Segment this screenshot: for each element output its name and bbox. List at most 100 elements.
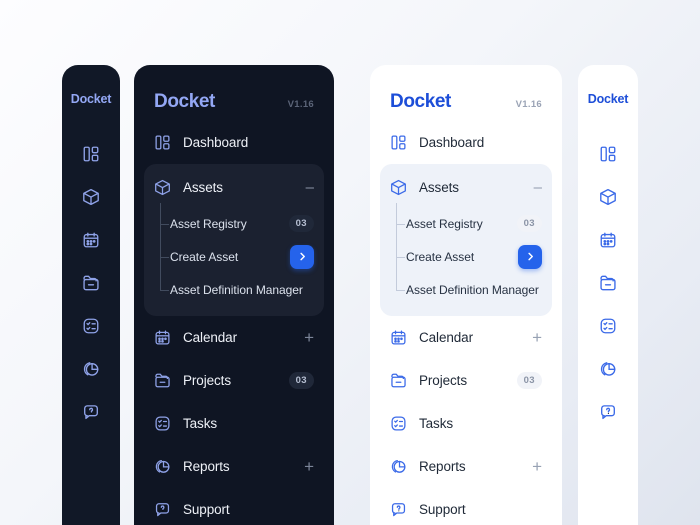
count-badge: 03 bbox=[288, 215, 314, 232]
version-label: V1.16 bbox=[515, 99, 542, 110]
sidebar-item-calendar[interactable]: Calendar + bbox=[370, 316, 562, 359]
nav-list: Dashboard Assets – Asset Registry 03 Cre… bbox=[370, 121, 562, 525]
dashboard-icon bbox=[391, 135, 406, 150]
sidebar-item-tasks[interactable]: Tasks bbox=[134, 402, 334, 445]
calendar-icon bbox=[600, 232, 616, 247]
pie-chart-icon bbox=[83, 361, 99, 376]
submenu-item-create-asset[interactable]: Create Asset bbox=[406, 240, 552, 273]
add-report-button[interactable]: + bbox=[304, 458, 314, 475]
sidebar-item-reports[interactable] bbox=[588, 347, 628, 390]
screen: Docket Docket V1.16 Dashboard Assets – A… bbox=[0, 0, 700, 525]
sidebar-item-dashboard[interactable]: Dashboard bbox=[134, 121, 334, 164]
sidebar-item-label: Tasks bbox=[419, 416, 454, 431]
version-label: V1.16 bbox=[287, 99, 314, 110]
sidebar-item-label: Support bbox=[183, 502, 230, 517]
expanded-dark-sidebar: Docket V1.16 Dashboard Assets – Asset Re… bbox=[134, 65, 334, 525]
sidebar-item-tasks[interactable] bbox=[71, 304, 111, 347]
brand-logo[interactable]: Docket bbox=[154, 91, 215, 113]
collapse-toggle-icon[interactable]: – bbox=[534, 180, 542, 195]
count-badge: 03 bbox=[516, 215, 542, 232]
collapsed-light-sidebar: Docket bbox=[578, 65, 638, 525]
sidebar-item-calendar[interactable] bbox=[71, 218, 111, 261]
count-badge: 03 bbox=[288, 372, 314, 389]
expanded-light-sidebar: Docket V1.16 Dashboard Assets – Asset Re… bbox=[370, 65, 562, 525]
assets-group: Assets – Asset Registry 03 Create Asset bbox=[144, 164, 324, 316]
sidebar-item-dashboard[interactable]: Dashboard bbox=[370, 121, 562, 164]
calendar-icon bbox=[391, 330, 406, 345]
dashboard-icon bbox=[155, 135, 170, 150]
folder-icon bbox=[83, 275, 99, 290]
pie-chart-icon bbox=[155, 459, 170, 473]
sidebar-item-projects[interactable] bbox=[71, 261, 111, 304]
sidebar-item-assets[interactable] bbox=[588, 175, 628, 218]
submenu-item-asset-registry[interactable]: Asset Registry 03 bbox=[406, 207, 552, 240]
tree-connector bbox=[396, 203, 408, 291]
sidebar-item-reports[interactable]: Reports + bbox=[134, 445, 334, 488]
calendar-icon bbox=[83, 232, 99, 247]
sidebar-item-dashboard[interactable] bbox=[588, 132, 628, 175]
sidebar-item-calendar[interactable] bbox=[588, 218, 628, 261]
sidebar-item-reports[interactable]: Reports + bbox=[370, 445, 562, 488]
sidebar-item-assets[interactable] bbox=[71, 175, 111, 218]
checklist-icon bbox=[83, 318, 99, 333]
sidebar-item-support[interactable] bbox=[71, 390, 111, 433]
folder-icon bbox=[600, 275, 616, 290]
dashboard-icon bbox=[600, 146, 616, 161]
sidebar-item-label: Support bbox=[419, 502, 466, 517]
brand-logo[interactable]: Docket bbox=[578, 65, 638, 106]
sidebar-item-label: Calendar bbox=[183, 330, 237, 345]
assets-submenu: Asset Registry 03 Create Asset Asset Def… bbox=[144, 203, 324, 306]
count-badge: 03 bbox=[516, 372, 542, 389]
sidebar-item-projects[interactable]: Projects 03 bbox=[134, 359, 334, 402]
create-asset-button[interactable] bbox=[518, 244, 542, 269]
help-bubble-icon bbox=[84, 404, 98, 419]
help-bubble-icon bbox=[391, 503, 406, 517]
folder-icon bbox=[391, 373, 406, 388]
sidebar-item-projects[interactable] bbox=[588, 261, 628, 304]
sidebar-item-reports[interactable] bbox=[71, 347, 111, 390]
sidebar-item-tasks[interactable]: Tasks bbox=[370, 402, 562, 445]
sidebar-item-projects[interactable]: Projects 03 bbox=[370, 359, 562, 402]
sidebar-item-label: Assets bbox=[419, 180, 459, 195]
sidebar-item-support[interactable]: Support bbox=[134, 488, 334, 525]
sidebar-item-support[interactable] bbox=[588, 390, 628, 433]
submenu-item-label: Asset Registry bbox=[406, 216, 483, 231]
brand-logo[interactable]: Docket bbox=[62, 65, 120, 106]
cube-icon bbox=[155, 179, 170, 196]
submenu-item-label: Create Asset bbox=[170, 249, 239, 264]
brand-logo[interactable]: Docket bbox=[390, 91, 451, 113]
add-calendar-button[interactable]: + bbox=[304, 329, 314, 346]
create-asset-button[interactable] bbox=[290, 244, 314, 269]
submenu-item-create-asset[interactable]: Create Asset bbox=[170, 240, 324, 273]
submenu-item-asset-definition-manager[interactable]: Asset Definition Manager bbox=[170, 273, 324, 306]
checklist-icon bbox=[155, 416, 170, 431]
sidebar-item-label: Calendar bbox=[419, 330, 473, 345]
add-calendar-button[interactable]: + bbox=[532, 329, 542, 346]
sidebar-header: Docket V1.16 bbox=[134, 65, 334, 113]
assets-submenu: Asset Registry 03 Create Asset Asset Def… bbox=[380, 203, 552, 306]
rail-icon-list bbox=[578, 132, 638, 433]
sidebar-item-support[interactable]: Support bbox=[370, 488, 562, 525]
cube-icon bbox=[391, 179, 406, 196]
submenu-item-label: Asset Definition Manager bbox=[170, 282, 303, 297]
submenu-item-asset-definition-manager[interactable]: Asset Definition Manager bbox=[406, 273, 552, 306]
chevron-right-icon bbox=[299, 252, 305, 261]
assets-group: Assets – Asset Registry 03 Create Asset bbox=[380, 164, 552, 316]
sidebar-item-label: Reports bbox=[419, 459, 466, 474]
sidebar-item-tasks[interactable] bbox=[588, 304, 628, 347]
submenu-item-asset-registry[interactable]: Asset Registry 03 bbox=[170, 207, 324, 240]
chevron-right-icon bbox=[527, 252, 533, 261]
sidebar-item-label: Dashboard bbox=[419, 135, 485, 150]
sidebar-item-dashboard[interactable] bbox=[71, 132, 111, 175]
add-report-button[interactable]: + bbox=[532, 458, 542, 475]
submenu-item-label: Asset Registry bbox=[170, 216, 247, 231]
collapse-toggle-icon[interactable]: – bbox=[306, 180, 314, 195]
collapsed-dark-sidebar: Docket bbox=[62, 65, 120, 525]
help-bubble-icon bbox=[155, 503, 170, 517]
sidebar-item-label: Assets bbox=[183, 180, 223, 195]
sidebar-item-calendar[interactable]: Calendar + bbox=[134, 316, 334, 359]
cube-icon bbox=[83, 188, 99, 205]
pie-chart-icon bbox=[391, 459, 406, 473]
calendar-icon bbox=[155, 330, 170, 345]
sidebar-item-label: Projects bbox=[419, 373, 467, 388]
